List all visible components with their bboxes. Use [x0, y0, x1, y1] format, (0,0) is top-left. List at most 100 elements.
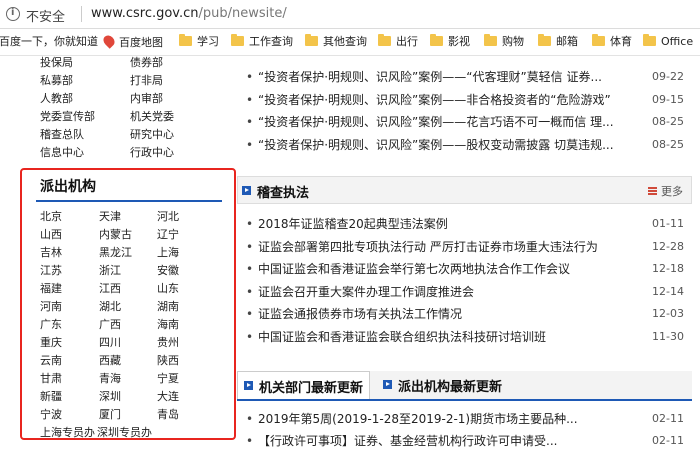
- agency-link[interactable]: 山西: [40, 226, 62, 242]
- bookmark-folder-sports[interactable]: 体育: [592, 34, 632, 49]
- agency-link[interactable]: 贵州: [157, 334, 179, 350]
- agency-link[interactable]: 大连: [157, 388, 179, 404]
- dept-link[interactable]: 人教部: [40, 90, 130, 108]
- agency-link[interactable]: 厦门: [99, 406, 121, 422]
- news-title[interactable]: 证监会召开重大案件办理工作调度推进会: [258, 281, 474, 303]
- agency-link[interactable]: 内蒙古: [99, 226, 132, 242]
- bookmark-label: 学习: [197, 35, 219, 48]
- news-item[interactable]: • 证监会通报债券市场有关执法工作情况 12-03: [244, 303, 684, 325]
- news-title[interactable]: “投资者保护·明规则、识风险”案例——非合格投资者的“危险游戏”: [258, 89, 611, 111]
- agency-link[interactable]: 西藏: [99, 352, 121, 368]
- dept-link[interactable]: 行政中心: [130, 146, 174, 159]
- news-item[interactable]: • 证监会召开重大案件办理工作调度推进会 12-14: [244, 281, 684, 303]
- folder-icon: [538, 34, 551, 46]
- news-item[interactable]: • 证监会部署第四批专项执法行动 严厉打击证券市场重大违法行为 12-28: [244, 236, 684, 258]
- dept-link[interactable]: 信息中心: [40, 144, 130, 162]
- agency-link[interactable]: 宁波: [40, 406, 62, 422]
- agency-link[interactable]: 天津: [99, 208, 121, 224]
- dept-link[interactable]: 内审部: [130, 92, 163, 105]
- agency-link[interactable]: 四川: [99, 334, 121, 350]
- tab-agency-updates[interactable]: 派出机构最新更新: [377, 371, 517, 399]
- news-date: 09-15: [652, 92, 684, 106]
- agency-link[interactable]: 广东: [40, 316, 62, 332]
- agency-link[interactable]: 广西: [99, 316, 121, 332]
- agency-link[interactable]: 宁夏: [157, 370, 179, 386]
- agency-link[interactable]: 山东: [157, 280, 179, 296]
- agency-link[interactable]: 新疆: [40, 388, 62, 404]
- news-title[interactable]: “投资者保护·明规则、识风险”案例——花言巧语不可一概而信 理...: [258, 111, 614, 133]
- bookmark-folder-study[interactable]: 学习: [179, 34, 219, 49]
- news-title[interactable]: 2019年第5周(2019-1-28至2019-2-1)期货市场主要品种...: [258, 408, 578, 430]
- agency-link[interactable]: 重庆: [40, 334, 62, 350]
- news-title[interactable]: “投资者保护·明规则、识风险”案例——“代客理财”莫轻信 证券...: [258, 66, 602, 88]
- agency-link[interactable]: 江苏: [40, 262, 62, 278]
- dept-link[interactable]: 私募部: [40, 72, 130, 90]
- agency-link[interactable]: 湖北: [99, 298, 121, 314]
- agency-link[interactable]: 辽宁: [157, 226, 179, 242]
- news-title[interactable]: 证监会通报债券市场有关执法工作情况: [258, 303, 462, 325]
- agency-link[interactable]: 北京: [40, 208, 62, 224]
- agency-link[interactable]: 黑龙江: [99, 244, 132, 260]
- security-label[interactable]: 不安全: [26, 6, 65, 25]
- dept-link[interactable]: 研究中心: [130, 128, 174, 141]
- dept-link[interactable]: 打非局: [130, 74, 163, 87]
- news-title[interactable]: 中国证监会和香港证监会联合组织执法科技研讨培训班: [258, 326, 546, 348]
- bullet-icon: •: [246, 217, 254, 231]
- news-item[interactable]: • “投资者保护·明规则、识风险”案例——花言巧语不可一概而信 理... 08-25: [244, 111, 684, 133]
- agency-link[interactable]: 海南: [157, 316, 179, 332]
- agency-link[interactable]: 深圳: [99, 388, 121, 404]
- bookmark-label: 邮箱: [556, 35, 578, 48]
- news-title[interactable]: 2018年证监稽查20起典型违法案例: [258, 213, 448, 235]
- news-date: 08-25: [652, 115, 684, 128]
- agency-link[interactable]: 深圳专员办: [97, 424, 152, 440]
- tab-department-updates[interactable]: 机关部门最新更新: [237, 371, 370, 399]
- news-item[interactable]: • 2018年证监稽查20起典型违法案例 01-11: [244, 213, 684, 235]
- agency-link[interactable]: 上海专员办: [40, 424, 95, 440]
- agency-link[interactable]: 湖南: [157, 298, 179, 314]
- bookmark-folder-other-query[interactable]: 其他查询: [305, 34, 367, 49]
- news-title[interactable]: 中国证监会和香港证监会举行第七次两地执法合作工作会议: [258, 258, 570, 280]
- bookmark-baidu-map[interactable]: 百度地图: [101, 33, 163, 49]
- address-bar[interactable]: 不安全 www.csrc.gov.cn/pub/newsite/: [0, 0, 700, 29]
- agency-link[interactable]: 甘肃: [40, 370, 62, 386]
- bookmark-baidu[interactable]: 百度一下，你就知道: [0, 35, 98, 49]
- bullet-icon: •: [246, 284, 254, 299]
- agency-link[interactable]: 吉林: [40, 244, 62, 260]
- bookmark-folder-mail[interactable]: 邮箱: [538, 34, 578, 49]
- inspection-header: 稽查执法 更多: [237, 176, 692, 204]
- agency-link[interactable]: 上海: [157, 244, 179, 260]
- news-item[interactable]: • 2019年第5周(2019-1-28至2019-2-1)期货市场主要品种...…: [244, 408, 684, 430]
- bookmark-folder-video[interactable]: 影视: [430, 34, 470, 49]
- info-icon[interactable]: [6, 7, 20, 21]
- news-item[interactable]: • “投资者保护·明规则、识风险”案例——股权变动需披露 切莫违规... 08-25: [244, 134, 684, 156]
- news-title[interactable]: 【行政许可事项】证券、基金经营机构行政许可申请受...: [258, 430, 557, 452]
- news-item[interactable]: • 【行政许可事项】证券、基金经营机构行政许可申请受... 02-11: [244, 430, 684, 452]
- agency-link[interactable]: 河北: [157, 208, 179, 224]
- agency-link[interactable]: 浙江: [99, 262, 121, 278]
- news-item[interactable]: • 中国证监会和香港证监会举行第七次两地执法合作工作会议 12-18: [244, 258, 684, 280]
- dept-link[interactable]: 稽查总队: [40, 126, 130, 144]
- dept-link[interactable]: 债券部: [130, 56, 163, 69]
- bookmark-folder-office[interactable]: Office: [643, 34, 693, 49]
- agency-link[interactable]: 安徽: [157, 262, 179, 278]
- bookmark-folder-travel[interactable]: 出行: [378, 34, 418, 49]
- dept-link[interactable]: 党委宣传部: [40, 108, 130, 126]
- dept-link[interactable]: 投保局: [40, 54, 130, 72]
- news-title[interactable]: 证监会部署第四批专项执法行动 严厉打击证券市场重大违法行为: [258, 236, 598, 258]
- agency-link[interactable]: 河南: [40, 298, 62, 314]
- agency-link[interactable]: 云南: [40, 352, 62, 368]
- agency-link[interactable]: 青岛: [157, 406, 179, 422]
- bookmark-folder-shopping[interactable]: 购物: [484, 34, 524, 49]
- agency-link[interactable]: 陕西: [157, 352, 179, 368]
- news-item[interactable]: • 中国证监会和香港证监会联合组织执法科技研讨培训班 11-30: [244, 326, 684, 348]
- agency-link[interactable]: 青海: [99, 370, 121, 386]
- url-text[interactable]: www.csrc.gov.cn/pub/newsite/: [91, 6, 287, 21]
- agency-link[interactable]: 江西: [99, 280, 121, 296]
- agency-link[interactable]: 福建: [40, 280, 62, 296]
- news-item[interactable]: • “投资者保护·明规则、识风险”案例——“代客理财”莫轻信 证券... 09-22: [244, 66, 684, 88]
- news-title[interactable]: “投资者保护·明规则、识风险”案例——股权变动需披露 切莫违规...: [258, 134, 614, 156]
- bookmark-folder-work-query[interactable]: 工作查询: [231, 34, 293, 49]
- more-link[interactable]: 更多: [648, 183, 683, 199]
- dept-link[interactable]: 机关党委: [130, 110, 174, 123]
- news-item[interactable]: • “投资者保护·明规则、识风险”案例——非合格投资者的“危险游戏” 09-15: [244, 89, 684, 111]
